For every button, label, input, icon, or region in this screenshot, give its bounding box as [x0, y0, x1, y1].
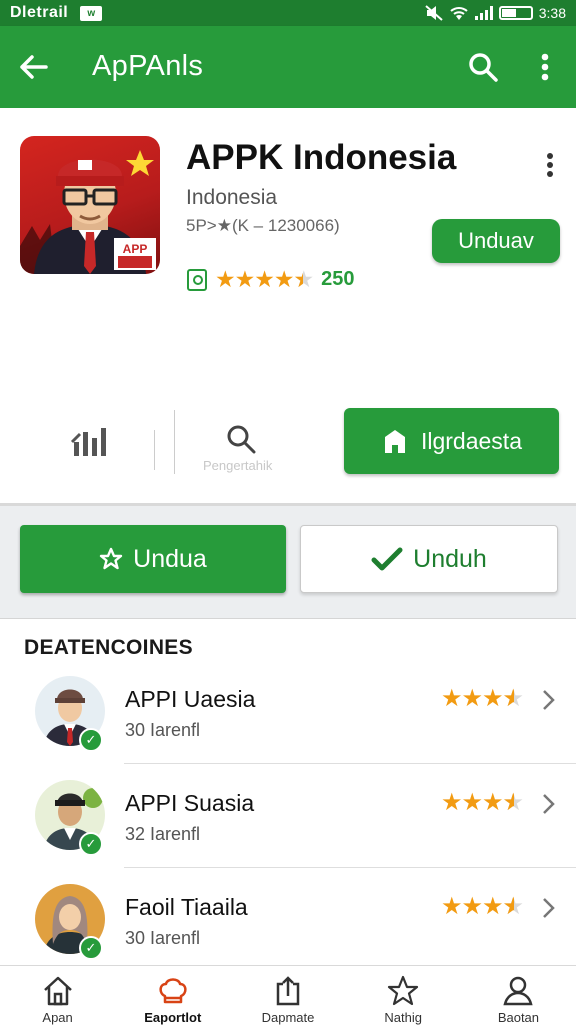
developer-name[interactable]: Indonesia	[186, 186, 277, 210]
carrier-name: Dletrail	[10, 4, 69, 21]
mute-icon	[425, 5, 443, 21]
list-item-name: Faoil Tiaaila	[125, 894, 248, 920]
verified-badge-icon: ✓	[79, 832, 103, 856]
star-rating: ★★★★ ★	[441, 685, 524, 712]
battery-icon	[498, 6, 533, 20]
wifi-icon	[450, 7, 468, 20]
chef-hat-icon	[159, 978, 187, 1004]
clock: 3:38	[538, 5, 566, 21]
divider	[154, 430, 155, 470]
more-vert-icon[interactable]	[538, 148, 562, 182]
chevron-right-icon[interactable]	[540, 688, 556, 712]
building-icon	[384, 430, 405, 453]
nav-item-profile[interactable]: Baotan	[461, 966, 576, 1025]
content-rating-icon	[187, 268, 207, 291]
download-check-label: Unduh	[413, 544, 487, 573]
app-title: APPK Indonesia	[186, 138, 457, 177]
list-item-subtitle: 30 Iarenfl	[125, 928, 201, 948]
more-vert-icon[interactable]	[530, 50, 560, 84]
search-action-label: Pengertahik	[203, 458, 273, 473]
person-icon	[503, 976, 534, 1006]
list-item[interactable]: ✓ APPI Suasia 32 Iarenfl ★★★★ ★	[0, 780, 576, 884]
star-icon	[388, 975, 419, 1006]
search-icon[interactable]	[224, 422, 258, 456]
download-button[interactable]: Undua	[20, 525, 286, 593]
app-meta: 5P>★(K – 1230066)	[186, 216, 340, 235]
section-title: DEATENCOINES	[24, 636, 193, 659]
nav-item-home[interactable]: Apan	[0, 966, 115, 1025]
nav-label: Dapmate	[261, 1010, 315, 1025]
home-icon	[43, 976, 72, 1006]
divider	[174, 410, 175, 474]
app-icon-art: APP	[20, 150, 156, 274]
status-icons: 3:38	[425, 5, 566, 21]
search-icon[interactable]	[466, 50, 500, 84]
install-button[interactable]: Unduav	[432, 219, 560, 263]
app-header-card: APP APPK Indonesia Indonesia 5P>★(K – 12…	[0, 108, 576, 506]
nav-label: Nathig	[384, 1010, 422, 1025]
download-button-label: Undua	[133, 544, 207, 573]
app-icon[interactable]: APP	[20, 136, 160, 274]
divider	[124, 763, 576, 764]
nav-label: Baotan	[497, 1010, 540, 1025]
list-item-subtitle: 30 Iarenfl	[125, 720, 201, 740]
list-item-subtitle: 32 Iarenfl	[125, 824, 201, 844]
star-rating: ★★★★★★	[215, 266, 314, 292]
verified-badge-icon: ✓	[79, 728, 103, 752]
download-buttons-band: Undua Unduh	[0, 506, 576, 619]
nav-item-explore[interactable]: Eaportlot	[115, 966, 230, 1025]
primary-action-button[interactable]: Ilgrdaesta	[344, 408, 559, 474]
nav-label: Apan	[42, 1010, 73, 1025]
nav-item-favorites[interactable]: Nathig	[346, 966, 461, 1025]
chevron-right-icon[interactable]	[540, 792, 556, 816]
bar-chart-icon[interactable]	[68, 422, 108, 458]
notification-icon: w	[80, 5, 103, 21]
check-icon	[371, 547, 403, 571]
primary-action-label: Ilgrdaesta	[420, 427, 522, 454]
verified-badge-icon: ✓	[79, 936, 103, 960]
list-item-name: APPI Uaesia	[125, 686, 256, 712]
star-icon	[99, 547, 123, 570]
download-check-button[interactable]: Unduh	[300, 525, 558, 593]
back-arrow-icon[interactable]	[16, 50, 50, 84]
nav-label: Eaportlot	[144, 1010, 202, 1025]
star-rating: ★★★★ ★	[441, 789, 524, 816]
list-item[interactable]: ✓ APPI Uaesia 30 Iarenfl ★★★★ ★	[0, 676, 576, 780]
nav-item-share[interactable]: Dapmate	[230, 966, 345, 1025]
app-bar-title: ApPAnls	[92, 50, 204, 82]
bottom-navigation: Apan Eaportlot Dapmate Nathig Baotan	[0, 965, 576, 1025]
divider	[124, 867, 576, 868]
svg-text:APP: APP	[123, 242, 148, 256]
app-bar: ApPAnls	[0, 26, 576, 108]
star-rating: ★★★★ ★	[441, 893, 524, 920]
action-row: Pengertahik Ilgrdaesta	[0, 408, 576, 478]
rating-row: ★★★★★★ 250	[187, 266, 354, 293]
share-icon	[276, 976, 300, 1006]
chevron-right-icon[interactable]	[540, 896, 556, 920]
list-item-name: APPI Suasia	[125, 790, 255, 816]
signal-icon	[474, 6, 493, 20]
rating-count: 250	[321, 268, 355, 290]
status-bar: Dletrail w 3:38	[0, 0, 576, 26]
